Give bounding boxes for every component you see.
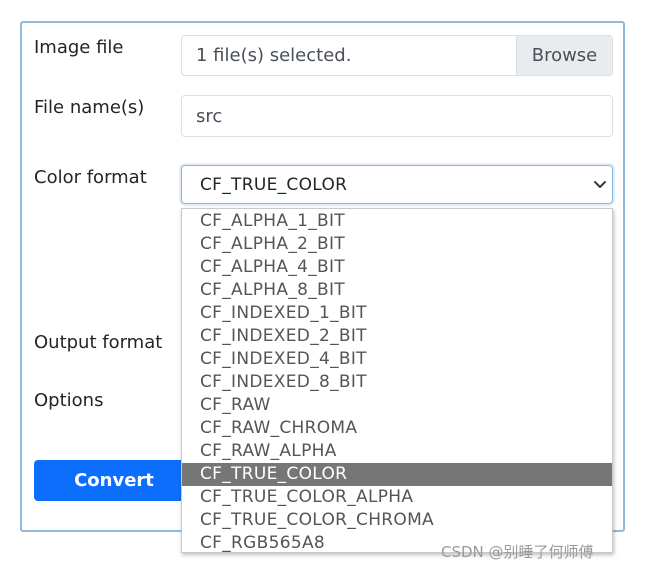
file-name-value: src: [196, 106, 223, 127]
chevron-down-icon: [594, 181, 606, 188]
color-format-selected-value: CF_TRUE_COLOR: [200, 175, 348, 195]
output-format-label: Output format: [34, 332, 163, 353]
watermark-text: CSDN @别睡了何师傅: [441, 543, 594, 561]
dropdown-option[interactable]: CF_INDEXED_1_BIT: [182, 302, 612, 325]
options-label: Options: [34, 390, 104, 411]
image-file-input[interactable]: 1 file(s) selected. Browse: [181, 35, 613, 76]
dropdown-option[interactable]: CF_INDEXED_8_BIT: [182, 371, 612, 394]
file-selected-text: 1 file(s) selected.: [196, 45, 352, 66]
dropdown-option[interactable]: CF_ALPHA_2_BIT: [182, 233, 612, 256]
dropdown-option[interactable]: CF_RAW_CHROMA: [182, 417, 612, 440]
color-format-label: Color format: [34, 167, 147, 188]
dropdown-option[interactable]: CF_TRUE_COLOR_CHROMA: [182, 509, 612, 532]
file-name-label: File name(s): [34, 97, 145, 118]
dropdown-option[interactable]: CF_TRUE_COLOR: [182, 463, 612, 486]
dropdown-option[interactable]: CF_TRUE_COLOR_ALPHA: [182, 486, 612, 509]
browse-button[interactable]: Browse: [516, 36, 612, 75]
dropdown-option[interactable]: CF_RAW: [182, 394, 612, 417]
color-format-dropdown-list: CF_ALPHA_1_BIT CF_ALPHA_2_BIT CF_ALPHA_4_B…: [181, 208, 613, 553]
color-format-select[interactable]: CF_TRUE_COLOR: [181, 165, 613, 204]
dropdown-option[interactable]: CF_ALPHA_8_BIT: [182, 279, 612, 302]
dropdown-option[interactable]: CF_ALPHA_4_BIT: [182, 256, 612, 279]
file-name-input[interactable]: src: [181, 95, 613, 137]
image-file-label: Image file: [34, 37, 124, 58]
dropdown-option[interactable]: CF_INDEXED_2_BIT: [182, 325, 612, 348]
dropdown-option[interactable]: CF_INDEXED_4_BIT: [182, 348, 612, 371]
dropdown-option[interactable]: CF_RAW_ALPHA: [182, 440, 612, 463]
dropdown-option[interactable]: CF_ALPHA_1_BIT: [182, 210, 612, 233]
convert-button[interactable]: Convert: [34, 460, 194, 501]
